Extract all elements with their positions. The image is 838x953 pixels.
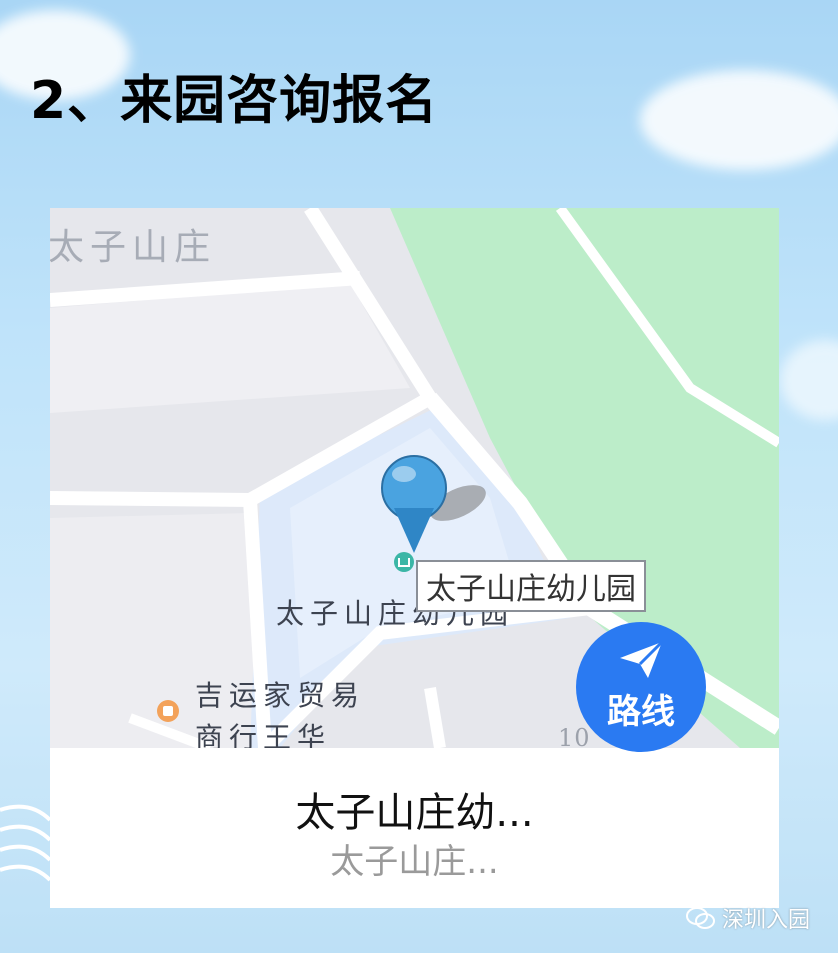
area-label-taizi-shanzhuang: 太子山庄 <box>50 227 217 268</box>
paper-plane-icon <box>620 640 664 678</box>
shop-label-line1: 吉运家贸易 <box>195 679 366 712</box>
kindergarten-poi-icon <box>394 552 414 572</box>
place-name: 太子山庄幼... <box>295 790 534 836</box>
route-button-label: 路线 <box>607 692 675 732</box>
poi-callout[interactable]: 太子山庄幼儿园 <box>416 560 646 612</box>
watermark-text: 深圳入园 <box>722 908 811 933</box>
route-button[interactable]: 路线 <box>576 622 706 752</box>
shop-label-line2: 商行王华 <box>195 721 332 748</box>
page-heading: 2、来园咨询报名 <box>30 71 439 131</box>
cloud-top-right <box>640 70 838 170</box>
cloud-right-mid <box>780 340 838 420</box>
place-address: 太子山庄... <box>330 842 499 882</box>
wechat-icon <box>686 907 715 929</box>
map-card[interactable]: 太子山庄 太子山庄幼儿园 吉运家贸易 商行王华 10 太子山庄幼儿园 路线 太子… <box>50 208 779 908</box>
watermark: 深圳入园 <box>686 904 811 933</box>
shop-poi-icon <box>157 700 179 722</box>
